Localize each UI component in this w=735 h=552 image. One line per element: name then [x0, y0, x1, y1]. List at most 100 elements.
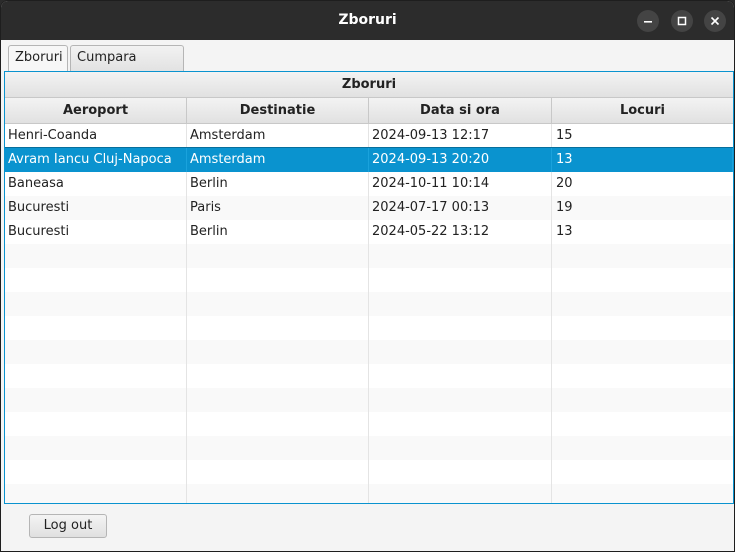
table-cell [5, 364, 187, 388]
close-button[interactable] [704, 10, 726, 32]
empty-table-row [5, 436, 733, 460]
maximize-icon [677, 16, 687, 26]
table-cell: Amsterdam [187, 148, 369, 172]
column-header-data-si-ora[interactable]: Data si ora [369, 98, 552, 124]
table-cell [552, 412, 733, 436]
table-cell [369, 388, 552, 412]
title-bar[interactable]: Zboruri [1, 1, 734, 40]
table-cell [552, 244, 733, 268]
table-row[interactable]: Bucuresti Berlin 2024-05-22 13:12 13 [5, 220, 733, 244]
app-window: Zboruri Zboruri Cumpara bilete Zboruri A… [0, 0, 735, 552]
table-row[interactable]: Henri-Coanda Amsterdam 2024-09-13 12:17 15 [5, 124, 733, 148]
table-cell: 2024-09-13 12:17 [369, 124, 552, 148]
column-headers: Aeroport Destinatie Data si ora Locuri [5, 98, 733, 124]
empty-table-row [5, 316, 733, 340]
table-cell [187, 484, 369, 503]
maximize-button[interactable] [671, 10, 693, 32]
table-cell [187, 244, 369, 268]
table-cell [552, 436, 733, 460]
footer-bar: Log out [1, 504, 734, 551]
table-cell [5, 244, 187, 268]
table-cell [552, 268, 733, 292]
empty-table-row [5, 484, 733, 503]
column-header-destinatie[interactable]: Destinatie [187, 98, 369, 124]
table-cell: 2024-07-17 00:13 [369, 196, 552, 220]
table-cell [5, 484, 187, 503]
table-cell: 13 [556, 224, 573, 239]
empty-table-row [5, 340, 733, 364]
table-cell: Berlin [187, 172, 369, 196]
table-cell: 13 [552, 148, 733, 172]
table-cell [552, 292, 733, 316]
empty-table-row [5, 244, 733, 268]
table-cell [552, 316, 733, 340]
table-cell [5, 292, 187, 316]
table-cell [369, 268, 552, 292]
table-cell [552, 484, 733, 503]
table-row[interactable]: Baneasa Berlin 2024-10-11 10:14 20 [5, 172, 733, 196]
table-cell: Berlin [187, 220, 369, 244]
table-cell [5, 316, 187, 340]
table-cell [5, 388, 187, 412]
table-cell [187, 268, 369, 292]
table-cell: 15 [556, 128, 573, 143]
table-cell [187, 436, 369, 460]
table-cell [552, 388, 733, 412]
empty-table-row [5, 292, 733, 316]
table-cell [369, 484, 552, 503]
table-cell: 19 [556, 200, 573, 215]
table-caption: Zboruri [5, 72, 733, 98]
empty-table-row [5, 412, 733, 436]
table-cell: 20 [556, 176, 573, 191]
table-cell: Henri-Coanda [5, 124, 187, 148]
table-cell [187, 364, 369, 388]
table-cell [369, 460, 552, 484]
table-cell: Amsterdam [187, 124, 369, 148]
table-cell: Avram Iancu Cluj-Napoca [5, 148, 187, 172]
empty-table-row [5, 268, 733, 292]
tab-zboruri[interactable]: Zboruri [8, 45, 68, 72]
table-cell [552, 340, 733, 364]
table-cell [369, 364, 552, 388]
table-cell [187, 340, 369, 364]
column-header-locuri[interactable]: Locuri [552, 98, 733, 124]
table-cell: 2024-09-13 20:20 [369, 148, 552, 172]
empty-table-row [5, 364, 733, 388]
column-header-aeroport[interactable]: Aeroport [5, 98, 187, 124]
table-cell [369, 436, 552, 460]
table-cell [5, 436, 187, 460]
table-row[interactable]: Avram Iancu Cluj-Napoca Amsterdam 2024-09-… [5, 147, 733, 173]
minimize-button[interactable] [637, 10, 659, 32]
table-cell: Bucuresti [5, 196, 187, 220]
table-cell [369, 244, 552, 268]
table-cell: 2024-10-11 10:14 [369, 172, 552, 196]
table-row[interactable]: Bucuresti Paris 2024-07-17 00:13 19 [5, 196, 733, 220]
table-cell [369, 412, 552, 436]
empty-table-row [5, 460, 733, 484]
table-cell [187, 412, 369, 436]
table-cell: Bucuresti [5, 220, 187, 244]
table-cell [5, 340, 187, 364]
tab-cumpara-bilete[interactable]: Cumpara bilete [70, 45, 184, 89]
window-title: Zboruri [338, 12, 397, 28]
logout-button[interactable]: Log out [29, 514, 107, 538]
table-cell [5, 412, 187, 436]
table-cell: Paris [187, 196, 369, 220]
tab-bar: Zboruri Cumpara bilete [1, 40, 734, 89]
table-cell [5, 460, 187, 484]
table-cell [369, 340, 552, 364]
table-cell [187, 388, 369, 412]
minimize-icon [644, 21, 652, 23]
table-cell [552, 460, 733, 484]
table-cell [187, 460, 369, 484]
table-cell [187, 316, 369, 340]
table-cell [552, 364, 733, 388]
table-cell [369, 292, 552, 316]
close-icon [710, 16, 720, 26]
table-cell [369, 316, 552, 340]
empty-table-row [5, 388, 733, 412]
table-cell: 2024-05-22 13:12 [369, 220, 552, 244]
table-cell: Baneasa [5, 172, 187, 196]
flights-table[interactable]: Zboruri Aeroport Destinatie Data si ora … [4, 71, 734, 504]
table-cell [187, 292, 369, 316]
